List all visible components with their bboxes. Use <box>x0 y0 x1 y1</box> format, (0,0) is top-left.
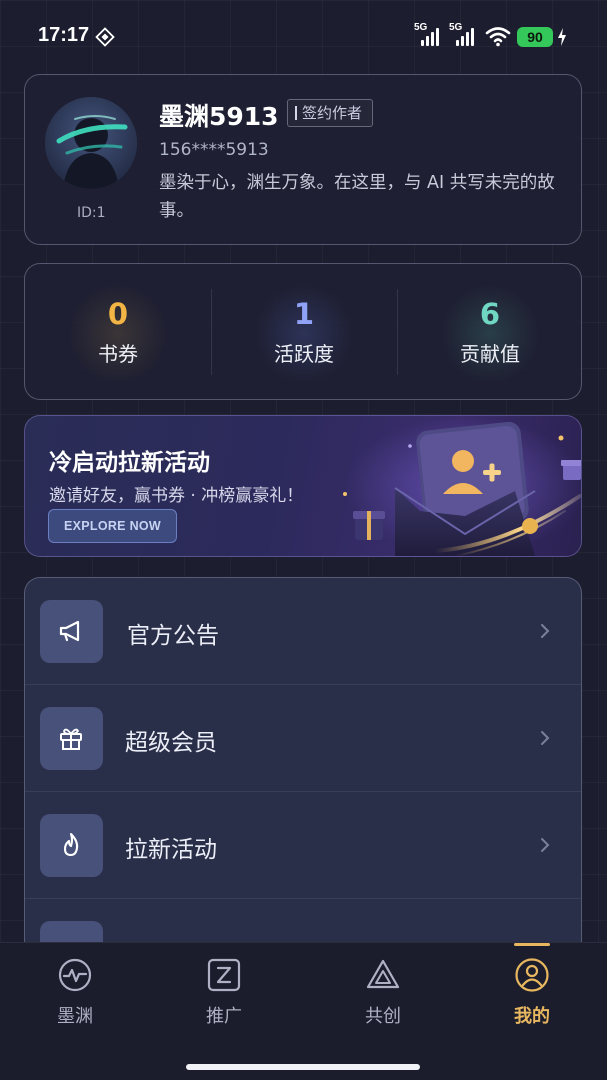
invite-campaign-banner[interactable]: 冷启动拉新活动 邀请好友，赢书券 · 冲榜赢豪礼！ EXPLORE NOW <box>24 415 582 557</box>
status-time: 17:17 <box>38 24 90 46</box>
avatar[interactable] <box>45 97 137 189</box>
triangle-icon <box>366 959 400 989</box>
user-id: ID:1 <box>77 205 106 221</box>
avatar-image <box>45 97 137 189</box>
explore-now-button[interactable]: EXPLORE NOW <box>48 509 177 543</box>
status-bar: 17:17 5G 5G 90 <box>0 0 607 72</box>
z-square-icon <box>207 958 241 992</box>
menu-item-invite-campaign[interactable]: 拉新活动 <box>25 792 581 899</box>
stat-label: 书券 <box>98 342 138 366</box>
profile-card[interactable]: ID:1 墨渊5913 签约作者 156****5913 墨染于心，渊生万象。在… <box>24 74 582 245</box>
menu-list: 官方公告 超级会员 拉新活动 <box>24 577 582 957</box>
active-tab-indicator <box>514 943 550 946</box>
stat-label: 贡献值 <box>460 342 520 366</box>
user-bio: 墨染于心，渊生万象。在这里，与 AI 共写未完的故事。 <box>159 173 555 221</box>
menu-item-announcements[interactable]: 官方公告 <box>25 578 581 685</box>
invite-illustration <box>343 416 581 556</box>
nav-tab-cocreate[interactable]: 共创 <box>323 957 443 1037</box>
author-badge-label: 签约作者 <box>302 104 363 122</box>
home-indicator[interactable] <box>186 1064 420 1070</box>
nav-tab-mine[interactable]: 我的 <box>472 957 592 1037</box>
chevron-right-icon <box>541 731 550 745</box>
battery-indicator: 90 <box>517 27 553 47</box>
chevron-right-icon <box>541 624 550 638</box>
wifi-icon <box>485 27 511 47</box>
menu-item-label: 拉新活动 <box>125 837 217 863</box>
banner-subtitle: 邀请好友，赢书券 · 冲榜赢豪礼！ <box>49 486 304 506</box>
stat-value: 1 <box>293 297 315 331</box>
nav-label: 共创 <box>365 1006 401 1027</box>
nav-label: 推广 <box>206 1006 242 1027</box>
stat-value: 0 <box>107 297 129 331</box>
author-badge: 签约作者 <box>287 99 374 127</box>
stats-card: 0 书券 1 活跃度 6 贡献值 <box>24 263 582 400</box>
signal-2-icon: 5G <box>449 22 479 48</box>
menu-item-label: 官方公告 <box>127 623 219 649</box>
user-phone: 156****5913 <box>159 140 269 160</box>
nav-tab-promotion[interactable]: 推广 <box>164 957 284 1037</box>
megaphone-icon <box>40 600 103 663</box>
stat-activity[interactable]: 1 活跃度 <box>211 264 397 399</box>
pulse-icon <box>58 958 92 992</box>
nav-label: 墨渊 <box>57 1006 93 1027</box>
menu-item-label: 超级会员 <box>125 730 217 756</box>
bottom-nav: 墨渊 推广 共创 我的 <box>0 942 607 1080</box>
stat-book-coupons[interactable]: 0 书券 <box>25 264 211 399</box>
gift-icon <box>40 707 103 770</box>
stat-label: 活跃度 <box>274 342 334 366</box>
chevron-right-icon <box>541 838 550 852</box>
nav-tab-moyuan[interactable]: 墨渊 <box>15 957 135 1037</box>
charging-icon <box>558 28 566 46</box>
banner-title: 冷启动拉新活动 <box>49 450 210 476</box>
nav-label: 我的 <box>514 1006 550 1027</box>
stat-value: 6 <box>479 297 501 331</box>
stat-contribution[interactable]: 6 贡献值 <box>397 264 581 399</box>
menu-item-super-member[interactable]: 超级会员 <box>25 685 581 792</box>
signal-1-icon: 5G <box>414 22 444 48</box>
user-icon <box>515 958 549 992</box>
user-name: 墨渊5913 <box>159 102 279 131</box>
flame-icon <box>40 814 103 877</box>
app-notification-icon <box>95 27 115 47</box>
